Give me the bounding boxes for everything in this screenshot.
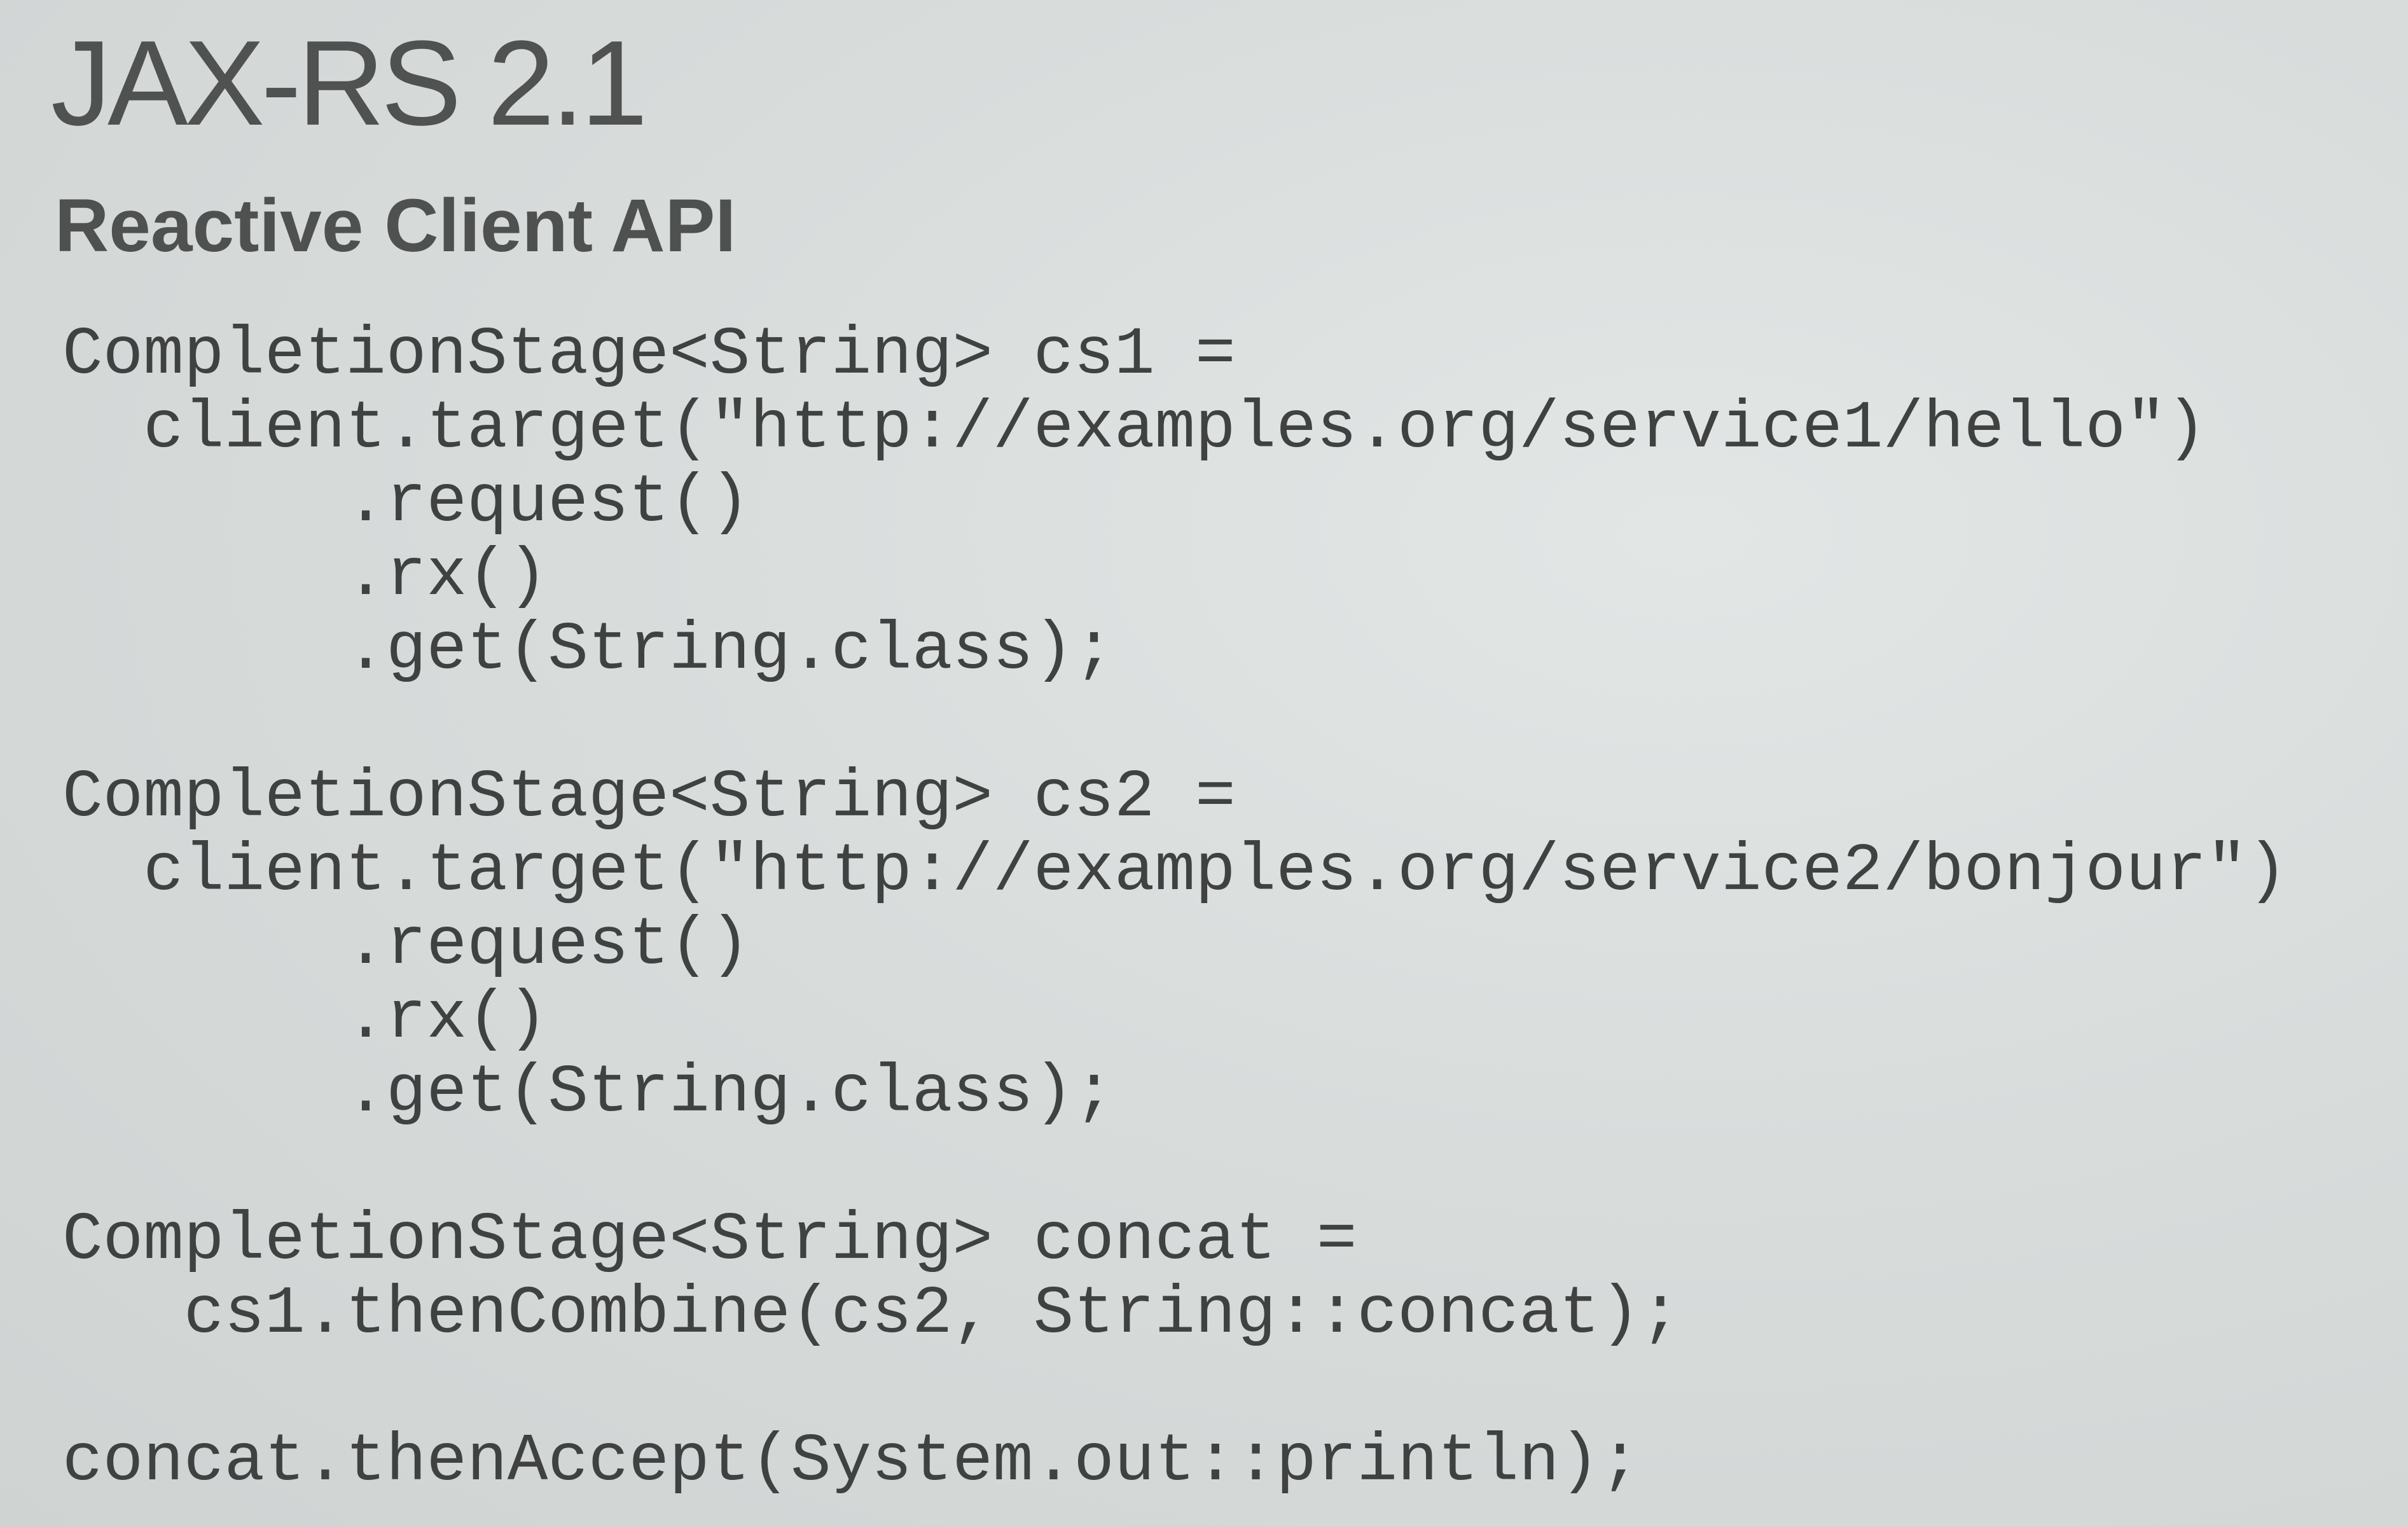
code-line-14: cs1.thenCombine(cs2, String::concat);: [62, 1276, 1681, 1352]
code-line-2: client.target("http://examples.org/servi…: [62, 390, 2207, 467]
code-line-1: CompletionStage<String> cs1 =: [62, 317, 1236, 393]
code-line-9: .request(): [62, 907, 751, 983]
code-line-10: .rx(): [62, 981, 548, 1057]
code-line-4: .rx(): [62, 538, 548, 614]
slide-subtitle: Reactive Client API: [55, 184, 737, 268]
code-block: CompletionStage<String> cs1 = client.tar…: [62, 318, 2288, 1498]
code-line-16: concat.thenAccept(System.out::println);: [62, 1423, 1640, 1500]
presentation-slide: JAX-RS 2.1 Reactive Client API Completio…: [0, 0, 2408, 1527]
code-line-7: CompletionStage<String> cs2 =: [62, 759, 1236, 836]
code-line-11: .get(String.class);: [62, 1054, 1114, 1131]
code-line-5: .get(String.class);: [62, 612, 1114, 688]
code-line-13: CompletionStage<String> concat =: [62, 1202, 1357, 1278]
slide-title: JAX-RS 2.1: [51, 16, 648, 151]
code-line-8: client.target("http://examples.org/servi…: [62, 833, 2288, 909]
code-line-3: .request(): [62, 464, 751, 541]
